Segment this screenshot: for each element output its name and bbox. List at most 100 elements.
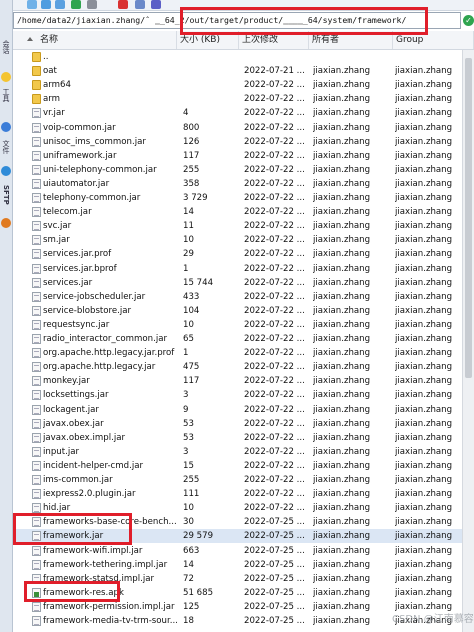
file-date: 2022-07-22 ... [244,277,305,288]
file-row[interactable]: service-blobstore.jar 104 2022-07-22 ... ji… [13,304,462,318]
file-row[interactable]: incident-helper-cmd.jar 15 2022-07-22 ... j… [13,459,462,473]
file-row[interactable]: ims-common.jar 255 2022-07-22 ... jiaxian.z… [13,473,462,487]
file-row[interactable]: services.jar 15 744 2022-07-22 ... jiaxian.… [13,276,462,290]
file-row[interactable]: .. [13,50,462,64]
new-folder-icon[interactable] [87,0,97,9]
file-date [244,50,308,64]
file-icon [32,475,41,485]
file-name: telephony-common.jar [43,193,141,203]
file-row[interactable]: radio_interactor_common.jar 65 2022-07-22 … [13,332,462,346]
file-owner: jiaxian.zhang [313,334,371,344]
file-row[interactable]: uni-telephony-common.jar 255 2022-07-22 ..… [13,163,462,177]
file-date: 2022-07-25 ... [244,573,305,584]
file-owner: jiaxian.zhang [313,460,371,471]
file-size: 53 [183,418,194,429]
file-row[interactable]: sm.jar 10 2022-07-22 ... jiaxian.zhang jiaxi… [13,233,462,247]
gear-icon[interactable] [1,122,11,132]
file-owner: jiaxian.zhang [313,418,371,429]
file-group: jiaxian.zhang [395,334,453,344]
file-date: 2022-07-22 ... [244,319,305,330]
file-group: jiaxian.zhang [395,207,453,218]
file-name: telecom.jar [43,207,92,218]
download-icon[interactable] [41,0,51,9]
file-size: 800 [183,122,200,133]
file-icon [32,263,41,274]
file-icon [32,545,41,556]
sort-arrow-icon [27,37,33,41]
file-owner: jiaxian.zhang [313,348,371,359]
rename-icon[interactable] [135,0,145,9]
file-row[interactable]: oat 2022-07-21 ... jiaxian.zhang jiaxian.zh… [13,64,462,78]
file-row[interactable]: arm64 2022-07-22 ... jiaxian.zhang jiaxian.… [13,78,462,92]
file-icon [32,432,41,443]
go-button[interactable]: ✓ [462,12,474,29]
file-date: 2022-07-22 ... [244,489,305,500]
file-icon [32,446,41,457]
file-row[interactable]: arm 2022-07-22 ... jiaxian.zhang jiaxian.zh… [13,92,462,106]
file-group: jiaxian.zhang [395,573,453,584]
delete-icon[interactable] [118,0,128,9]
file-row[interactable]: vr.jar 4 2022-07-22 ... jiaxian.zhang jiaxia… [13,106,462,120]
file-row[interactable]: telecom.jar 14 2022-07-22 ... jiaxian.zhang… [13,205,462,219]
file-icon [32,376,41,387]
file-date: 2022-07-25 ... [244,601,305,612]
file-size: 117 [183,150,200,161]
file-row[interactable]: services.jar.prof 29 2022-07-22 ... jiaxian… [13,247,462,261]
file-row[interactable]: locksettings.jar 3 2022-07-22 ... jiaxian.z… [13,388,462,402]
file-group: jiaxian.zhang [395,94,453,105]
check-icon: ✓ [463,15,474,26]
file-row[interactable]: org.apache.http.legacy.jar 475 2022-07-22 … [13,360,462,374]
scrollbar-thumb[interactable] [465,58,472,378]
file-row[interactable]: javax.obex.jar 53 2022-07-22 ... jiaxian.zh… [13,417,462,431]
file-row[interactable]: voip-common.jar 800 2022-07-22 ... jiaxian.… [13,121,462,135]
file-date: 2022-07-22 ... [244,305,305,316]
file-date: 2022-07-22 ... [244,503,305,514]
sidebar-item-files[interactable]: 文件 [1,140,11,154]
annotation-box-framework-jar [13,513,132,545]
file-row[interactable]: telephony-common.jar 3 729 2022-07-22 ... j… [13,191,462,205]
sidebar-item-tools[interactable]: 工具 [1,88,11,102]
upload-icon[interactable] [55,0,65,9]
refresh-icon[interactable] [27,0,37,9]
file-icon [32,418,41,429]
file-date: 2022-07-22 ... [244,475,305,485]
file-row[interactable]: monkey.jar 117 2022-07-22 ... jiaxian.zhang… [13,374,462,388]
file-row[interactable]: requestsync.jar 10 2022-07-22 ... jiaxian.z… [13,318,462,332]
header-name[interactable]: 名称 [37,31,177,49]
file-row[interactable]: input.jar 3 2022-07-22 ... jiaxian.zhang jia… [13,445,462,459]
sidebar-item-sessions[interactable]: 会话 [1,40,11,54]
sync-icon[interactable] [71,0,81,9]
file-row[interactable]: service-jobscheduler.jar 433 2022-07-22 ..… [13,290,462,304]
file-row[interactable]: javax.obex.impl.jar 53 2022-07-22 ... jiaxi… [13,431,462,445]
folder-icon [32,52,41,62]
file-row[interactable]: lockagent.jar 9 2022-07-22 ... jiaxian.zhan… [13,403,462,417]
file-row[interactable]: uniframework.jar 117 2022-07-22 ... jiaxian… [13,149,462,163]
flag-icon[interactable] [1,166,11,176]
file-owner: jiaxian.zhang [313,150,371,161]
file-size: 3 [183,390,189,401]
file-row[interactable]: services.jar.bprof 1 2022-07-22 ... jiaxian… [13,262,462,276]
file-date: 2022-07-22 ... [244,376,305,387]
file-row[interactable]: svc.jar 11 2022-07-22 ... jiaxian.zhang jiax… [13,219,462,233]
file-name: radio_interactor_common.jar [43,334,168,344]
globe-icon[interactable] [1,218,11,228]
file-row[interactable]: framework-wifi.impl.jar 663 2022-07-25 ...… [13,544,462,558]
file-group: jiaxian.zhang [395,305,453,316]
file-icon [32,249,41,260]
file-row[interactable]: unisoc_ims_common.jar 126 2022-07-22 ... ji… [13,135,462,149]
file-owner: jiaxian.zhang [313,178,371,189]
file-row[interactable]: uiautomator.jar 358 2022-07-22 ... jiaxian.… [13,177,462,191]
file-date: 2022-07-22 ... [244,193,305,203]
file-row[interactable]: org.apache.http.legacy.jar.prof 1 2022-07-… [13,346,462,360]
sidebar-item-sftp[interactable]: SFTP [1,185,11,205]
file-owner: jiaxian.zhang [313,517,371,528]
scrollbar[interactable] [462,50,474,632]
file-owner: jiaxian.zhang [313,80,371,91]
file-owner: jiaxian.zhang [313,559,371,570]
file-row[interactable]: iexpress2.0.plugin.jar 111 2022-07-22 ... j… [13,487,462,501]
file-name: services.jar.bprof [43,263,117,274]
file-row[interactable]: framework-tethering.impl.jar 14 2022-07-25… [13,558,462,572]
file-name: unisoc_ims_common.jar [43,136,146,147]
star-icon[interactable] [1,72,11,82]
properties-icon[interactable] [151,0,161,9]
